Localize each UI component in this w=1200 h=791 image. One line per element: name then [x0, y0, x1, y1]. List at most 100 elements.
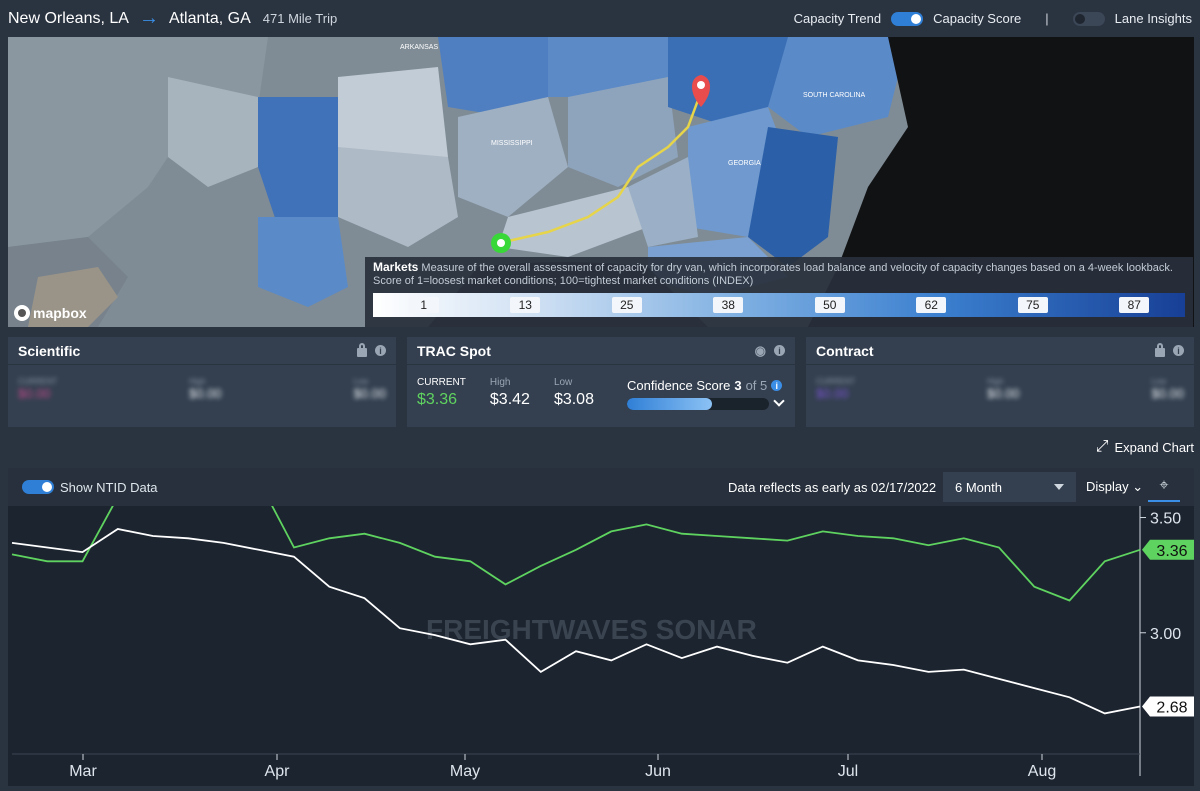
capacity-map[interactable]: ARKANSAS MISSISSIPPI SOUTH CAROLINA GEOR… — [8, 37, 1194, 327]
contract-blurred-values: CURRENT $0.00 High $0.00 Low $0.00 — [816, 377, 1184, 401]
high-value: $0.00 — [987, 386, 1020, 401]
high-metric: High $3.42 — [490, 377, 530, 409]
mapbox-attribution: mapbox — [33, 305, 87, 321]
high-label: High — [489, 377, 511, 388]
trac-spot-card[interactable]: TRAC Spot ◉ i CURRENT $3.36 High $3.42 L… — [407, 337, 795, 427]
trac-spot-metrics: CURRENT $3.36 High $3.42 Low $3.08 — [417, 377, 594, 409]
info-icon[interactable]: i — [1173, 345, 1184, 356]
toggle-separator: | — [1045, 11, 1049, 26]
legend-tick: 62 — [916, 297, 947, 313]
capacity-score-label[interactable]: Capacity Score — [933, 11, 1021, 26]
contract-title: Contract — [816, 342, 874, 359]
lane-insights-toggle[interactable] — [1072, 11, 1105, 26]
legend-tick: 50 — [814, 297, 845, 313]
low-value: $3.08 — [553, 391, 594, 408]
confidence-bar — [627, 398, 769, 410]
legend-tick: 13 — [510, 297, 541, 313]
legend-tick: 1 — [408, 297, 439, 313]
capacity-toggle[interactable] — [891, 11, 924, 26]
lane-route: New Orleans, LA → Atlanta, GA 471 Mile T… — [8, 7, 337, 30]
lock-icon — [1155, 343, 1165, 357]
current-value: $0.00 — [816, 386, 849, 401]
legend-title: Markets — [373, 260, 419, 274]
low-metric: Low $3.08 — [554, 377, 594, 409]
info-icon[interactable]: i — [375, 345, 386, 356]
origin-city: New Orleans, LA — [8, 9, 129, 27]
current-metric: CURRENT $3.36 — [417, 377, 466, 409]
last-value-label: 2.68 — [1156, 700, 1187, 717]
mapbox-icon — [14, 305, 30, 321]
y-tick-label: 3.00 — [1150, 626, 1181, 643]
legend-tick: 87 — [1119, 297, 1150, 313]
crosshair-icon[interactable]: ⌖ — [1148, 472, 1180, 502]
current-label: CURRENT — [417, 377, 466, 388]
chart-toolbar: Show NTID Data Data reflects as early as… — [8, 468, 1194, 506]
legend-tick: 38 — [713, 297, 744, 313]
low-value: $0.00 — [1151, 386, 1184, 401]
expand-icon: ⤢ — [1095, 438, 1109, 455]
legend-scale: 1 13 25 38 50 62 75 87 — [373, 293, 1185, 317]
confidence-bar-fill — [627, 398, 713, 410]
time-range-select[interactable]: 6 Month — [943, 472, 1076, 502]
lane-insights-label[interactable]: Lane Insights — [1115, 11, 1192, 26]
mapbox-logo: mapbox — [14, 305, 87, 321]
capacity-trend-label[interactable]: Capacity Trend — [794, 11, 881, 26]
map-toggles: Capacity Trend Capacity Score | Lane Ins… — [794, 0, 1192, 37]
ntid-toggle-group[interactable]: Show NTID Data — [22, 480, 158, 495]
state-label-mississippi: MISSISSIPPI — [491, 140, 533, 147]
trac-spot-title: TRAC Spot — [417, 342, 491, 359]
x-tick-label: Jun — [645, 763, 671, 780]
x-tick-label: Jul — [838, 763, 858, 780]
legend-tick: 75 — [1017, 297, 1048, 313]
chart-watermark: FREIGHTWAVES SONAR — [426, 614, 757, 645]
caret-down-icon — [1054, 484, 1064, 490]
scientific-card[interactable]: Scientific i CURRENT $0.00 High $0.00 Low $… — [8, 337, 396, 427]
current-label: CURRENT — [18, 377, 58, 386]
eye-icon[interactable]: ◉ — [755, 343, 766, 359]
state-label-south-carolina: SOUTH CAROLINA — [803, 92, 866, 99]
low-value: $0.00 — [353, 386, 386, 401]
legend-tick: 25 — [611, 297, 642, 313]
legend-text: Markets Measure of the overall assessmen… — [373, 261, 1185, 288]
x-tick-label: May — [450, 763, 480, 780]
x-tick-label: Mar — [69, 763, 97, 780]
ntid-label: Show NTID Data — [60, 479, 158, 495]
data-reflects-label: Data reflects as early as 02/17/2022 — [728, 480, 937, 495]
top-bar: New Orleans, LA → Atlanta, GA 471 Mile T… — [0, 0, 1200, 37]
high-value: $3.42 — [489, 391, 530, 408]
contract-card[interactable]: Contract i CURRENT $0.00 High $0.00 Low $0.… — [806, 337, 1194, 427]
map-legend: Markets Measure of the overall assessmen… — [365, 257, 1193, 327]
destination-city: Atlanta, GA — [168, 9, 251, 27]
line-chart[interactable]: FREIGHTWAVES SONAR 3.50 3.00 Mar Apr May Jun J… — [8, 506, 1194, 786]
x-tick-label: Aug — [1028, 763, 1056, 780]
rate-chart-panel: Show NTID Data Data reflects as early as… — [8, 468, 1194, 786]
time-range-value: 6 Month — [955, 479, 1002, 495]
last-value-label: 3.36 — [1156, 543, 1187, 560]
display-menu[interactable]: Display ⌄ — [1086, 479, 1143, 495]
confidence-value: 3 — [734, 378, 742, 393]
info-icon[interactable]: i — [771, 380, 783, 391]
confidence-score: Confidence Score 3 of 5 i — [627, 378, 783, 410]
legend-description: Measure of the overall assessment of cap… — [373, 262, 1173, 287]
confidence-label: Confidence Score — [627, 378, 731, 393]
route-arrow-icon: → — [138, 7, 159, 29]
y-tick-label: 3.50 — [1150, 511, 1181, 528]
current-value: $3.36 — [417, 391, 458, 408]
lock-icon — [357, 343, 367, 357]
low-label: Low — [1151, 377, 1167, 386]
current-value: $0.00 — [18, 386, 51, 401]
info-icon[interactable]: i — [774, 345, 785, 356]
ntid-toggle[interactable] — [22, 480, 54, 494]
trac-spot-card-header: TRAC Spot ◉ i — [407, 337, 795, 365]
trip-distance: 471 Mile Trip — [262, 11, 338, 26]
expand-chart-label: Expand Chart — [1114, 439, 1195, 455]
scientific-title: Scientific — [18, 342, 81, 359]
x-tick-label: Apr — [265, 763, 291, 780]
high-label: High — [987, 377, 1004, 386]
contract-card-header: Contract i — [806, 337, 1194, 365]
high-label: High — [189, 377, 206, 386]
state-label-georgia: GEORGIA — [728, 160, 761, 167]
high-value: $0.00 — [189, 386, 222, 401]
display-label: Display — [1086, 479, 1129, 494]
expand-chart-button[interactable]: ⤢ Expand Chart — [1096, 438, 1194, 456]
